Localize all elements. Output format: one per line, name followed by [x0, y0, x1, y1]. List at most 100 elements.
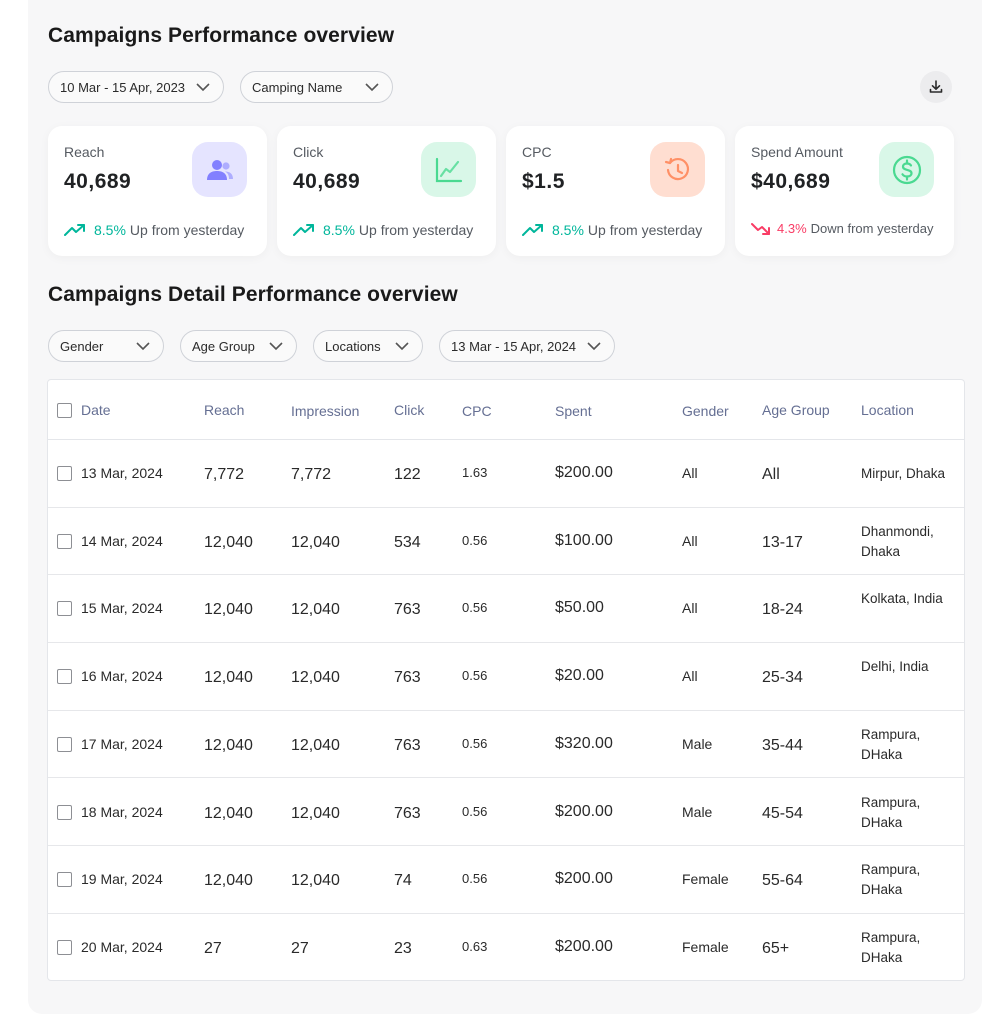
- table-row[interactable]: 20 Mar, 2024 27 27 23 0.63 $200.00 Female 65+ Ra…: [48, 914, 964, 982]
- row-checkbox[interactable]: [57, 872, 72, 888]
- cell-date: 17 Mar, 2024: [81, 735, 163, 752]
- cell-impression: 7,772: [291, 466, 332, 483]
- table-row[interactable]: 16 Mar, 2024 12,040 12,040 763 0.56 $20.00 All…: [48, 643, 964, 711]
- locations-filter-label: Locations: [325, 338, 381, 354]
- trend-indicator: 8.5% Up from yesterday: [293, 222, 473, 238]
- cell-cpc: 0.63: [462, 938, 488, 954]
- row-checkbox[interactable]: [57, 533, 72, 549]
- column-header-cpc[interactable]: CPC: [462, 403, 492, 419]
- trend-text: Up from yesterday: [358, 222, 474, 238]
- cell-click: 122: [394, 466, 421, 483]
- cell-click: 534: [394, 533, 421, 551]
- cell-gender: All: [682, 600, 698, 617]
- cell-impression: 12,040: [291, 872, 340, 890]
- cell-date: 20 Mar, 2024: [81, 938, 163, 955]
- cell-spent: $200.00: [555, 937, 613, 955]
- row-checkbox[interactable]: [57, 466, 72, 481]
- cell-click: 74: [394, 872, 412, 890]
- table-row[interactable]: 19 Mar, 2024 12,040 12,040 74 0.56 $200.00 Fem…: [48, 846, 964, 914]
- cell-location: Mirpur, Dhaka: [861, 466, 946, 481]
- column-header-impression[interactable]: Impression: [291, 403, 359, 419]
- table-row[interactable]: 14 Mar, 2024 12,040 12,040 534 0.56 $100.00 Al…: [48, 508, 964, 576]
- campaign-name-label: Camping Name: [252, 79, 343, 95]
- date-range-filter[interactable]: 10 Mar - 15 Apr, 2023: [48, 71, 224, 103]
- cell-spent: $100.00: [555, 531, 613, 549]
- row-checkbox[interactable]: [57, 736, 72, 752]
- row-checkbox[interactable]: [57, 804, 72, 820]
- trend-percent: 8.5%: [323, 222, 355, 238]
- trend-indicator: 8.5% Up from yesterday: [522, 222, 702, 238]
- column-header-reach[interactable]: Reach: [204, 402, 244, 418]
- cell-click: 763: [394, 669, 421, 687]
- cell-age-group: All: [762, 466, 780, 483]
- cell-reach: 12,040: [204, 533, 253, 551]
- cell-gender: All: [682, 465, 698, 481]
- cell-date: 15 Mar, 2024: [81, 600, 163, 617]
- column-header-click[interactable]: Click: [394, 402, 424, 418]
- cell-age-group: 55-64: [762, 872, 803, 890]
- cell-spent: $200.00: [555, 464, 613, 481]
- chevron-down-icon: [135, 340, 151, 352]
- trend-percent: 8.5%: [94, 222, 126, 238]
- cell-click: 763: [394, 804, 421, 822]
- select-all-checkbox[interactable]: [57, 403, 72, 418]
- cell-date: 16 Mar, 2024: [81, 668, 163, 685]
- locations-filter[interactable]: Locations: [313, 330, 423, 362]
- trend-up-icon: [293, 224, 314, 236]
- trend-percent: 8.5%: [552, 222, 584, 238]
- cell-impression: 12,040: [291, 601, 340, 619]
- column-header-gender[interactable]: Gender: [682, 403, 729, 419]
- cell-location: Rampura, DHaka: [861, 862, 921, 898]
- trend-indicator: 4.3% Down from yesterday: [751, 221, 933, 236]
- cell-location: Rampura, DHaka: [861, 929, 921, 965]
- trend-down-icon: [751, 222, 770, 235]
- stat-card-spend: Spend Amount $40,689 4.3% Down from yest…: [735, 126, 954, 256]
- trend-indicator: 8.5% Up from yesterday: [64, 222, 244, 238]
- cell-date: 19 Mar, 2024: [81, 871, 163, 888]
- cell-reach: 12,040: [204, 804, 253, 822]
- table-row[interactable]: 13 Mar, 2024 7,772 7,772 122 1.63 $200.00 All A…: [48, 440, 964, 508]
- users-icon: [192, 142, 247, 197]
- chevron-down-icon: [195, 81, 211, 93]
- overview-title: Campaigns Performance overview: [48, 24, 395, 47]
- cell-cpc: 0.56: [462, 532, 488, 548]
- table-row[interactable]: 17 Mar, 2024 12,040 12,040 763 0.56 $320.00 Ma…: [48, 711, 964, 779]
- download-button[interactable]: [920, 71, 952, 103]
- row-checkbox[interactable]: [57, 601, 72, 617]
- age-group-filter[interactable]: Age Group: [180, 330, 297, 362]
- cell-age-group: 65+: [762, 939, 790, 957]
- chevron-down-icon: [586, 340, 602, 352]
- cell-location: Dhanmondi, Dhaka: [861, 523, 934, 559]
- column-header-age-group[interactable]: Age Group: [762, 402, 830, 418]
- cell-cpc: 0.56: [462, 735, 488, 751]
- table-row[interactable]: 18 Mar, 2024 12,040 12,040 763 0.56 $200.00 Ma…: [48, 779, 964, 847]
- table-row[interactable]: 15 Mar, 2024 12,040 12,040 763 0.56 $50.00 All…: [48, 575, 964, 644]
- cell-gender: Female: [682, 938, 729, 955]
- dollar-icon: [879, 142, 934, 197]
- cell-age-group: 13-17: [762, 533, 803, 551]
- stat-label: Reach: [64, 144, 105, 160]
- row-checkbox[interactable]: [57, 669, 72, 685]
- cell-impression: 12,040: [291, 736, 340, 754]
- cell-click: 23: [394, 939, 412, 957]
- campaign-name-filter[interactable]: Camping Name: [240, 71, 393, 103]
- date-range-label: 10 Mar - 15 Apr, 2023: [60, 79, 186, 95]
- history-icon: [650, 142, 705, 197]
- cell-location: Rampura, DHaka: [861, 794, 921, 830]
- cell-impression: 27: [291, 939, 309, 957]
- detail-date-filter[interactable]: 13 Mar - 15 Apr, 2024: [439, 330, 615, 362]
- cell-gender: All: [682, 668, 698, 685]
- cell-cpc: 0.56: [462, 600, 488, 616]
- performance-table: Date Reach Impression Click CPC Spent Ge…: [47, 379, 965, 981]
- cell-spent: $200.00: [555, 802, 613, 820]
- row-checkbox[interactable]: [57, 939, 72, 955]
- cell-spent: $200.00: [555, 870, 613, 888]
- column-header-spent[interactable]: Spent: [555, 403, 592, 419]
- stat-card-click: Click 40,689 8.5% Up from yesterday: [277, 126, 496, 256]
- gender-filter[interactable]: Gender: [48, 330, 164, 362]
- cell-gender: All: [682, 532, 698, 549]
- cell-gender: Female: [682, 871, 729, 888]
- column-header-date[interactable]: Date: [81, 402, 111, 418]
- cell-reach: 27: [204, 939, 222, 957]
- column-header-location[interactable]: Location: [861, 402, 914, 418]
